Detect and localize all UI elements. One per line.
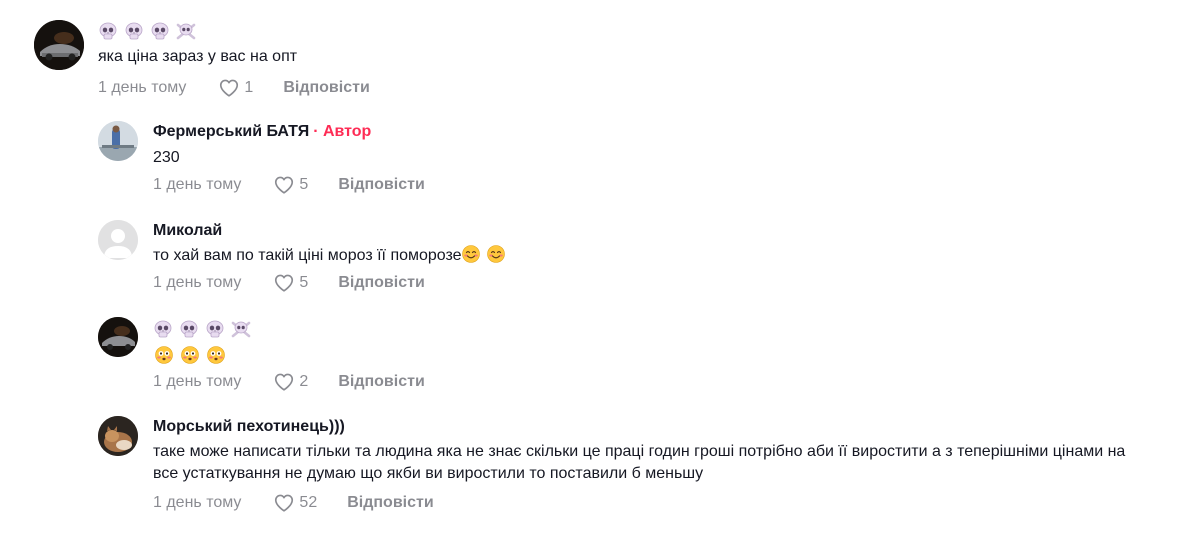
comment-actions: 1 день тому 5 Відповісти <box>153 271 505 295</box>
comment-actions: 1 день тому 5 Відповісти <box>153 173 425 197</box>
reply-item: Миколай то хай вам по такій ціні мороз ї… <box>98 220 505 295</box>
comment-body: Морський пехотинець))) таке може написат… <box>153 416 1153 515</box>
skull-emoji-icon <box>98 22 118 40</box>
skull-emoji-icon <box>179 320 199 338</box>
cat-photo-avatar-image <box>98 416 138 456</box>
comment-body: Миколай то хай вам по такій ціні мороз ї… <box>153 220 505 295</box>
comment-text-content: то хай вам по такій ціні мороз її поморо… <box>153 247 462 264</box>
like-count: 1 <box>244 79 254 96</box>
author-name[interactable]: Миколай <box>153 220 222 242</box>
like-count: 2 <box>299 373 309 390</box>
like-count: 52 <box>299 494 318 511</box>
author-name[interactable]: Морський пехотинець))) <box>153 416 345 438</box>
avatar[interactable] <box>98 121 138 161</box>
farmer-avatar-image <box>98 121 138 161</box>
skull-emoji-icon <box>124 22 144 40</box>
avatar[interactable] <box>98 317 138 357</box>
comment-body: Фермерський БАТЯ · Автор 230 1 день тому… <box>153 121 425 197</box>
comment-body: яка ціна зараз у вас на опт 1 день тому … <box>98 20 370 100</box>
like-button[interactable]: 2 <box>273 371 308 393</box>
comment-text: то хай вам по такій ціні мороз її поморо… <box>153 245 505 267</box>
like-button[interactable]: 5 <box>273 174 308 196</box>
smiling-face-emoji-icon <box>487 245 505 263</box>
author-name[interactable]: Фермерський БАТЯ <box>153 121 309 143</box>
heart-icon <box>273 371 295 393</box>
comment-date: 1 день тому <box>153 176 242 193</box>
heart-icon <box>273 174 295 196</box>
comment-item: яка ціна зараз у вас на опт 1 день тому … <box>34 20 370 100</box>
car-photo-avatar-image <box>98 317 138 357</box>
comment-text: 230 <box>153 149 180 166</box>
author-line: Фермерський БАТЯ · Автор <box>153 121 425 143</box>
smiling-face-emoji-icon <box>462 245 480 263</box>
heart-icon <box>273 272 295 294</box>
comment-date: 1 день тому <box>153 373 242 390</box>
reply-button[interactable]: Відповісти <box>338 373 424 391</box>
comment-date: 1 день тому <box>153 494 242 511</box>
skull-emoji-icon <box>205 320 225 338</box>
reply-button[interactable]: Відповісти <box>338 176 424 194</box>
comment-actions: 1 день тому 52 Відповісти <box>153 491 1153 515</box>
author-name[interactable] <box>153 318 425 340</box>
reply-button[interactable]: Відповісти <box>347 494 433 512</box>
comment-actions: 1 день тому 1 Відповісти <box>98 76 370 100</box>
avatar[interactable] <box>34 20 84 70</box>
like-button[interactable]: 52 <box>273 492 317 514</box>
comment-text: яка ціна зараз у вас на опт <box>98 48 298 65</box>
skull-crossbones-emoji-icon <box>176 22 196 40</box>
skull-emoji-icon <box>150 22 170 40</box>
comment-text: таке може написати тільки та людина яка … <box>153 443 1126 482</box>
reply-button[interactable]: Відповісти <box>338 274 424 292</box>
author-line: Миколай <box>153 220 505 242</box>
reply-button[interactable]: Відповісти <box>283 79 369 97</box>
heart-icon <box>273 492 295 514</box>
flushed-face-emoji-icon <box>181 346 199 364</box>
author-line: Морський пехотинець))) <box>153 416 1153 438</box>
reply-item: Морський пехотинець))) таке може написат… <box>98 416 1153 515</box>
author-name[interactable] <box>98 20 370 42</box>
flushed-face-emoji-icon <box>155 346 173 364</box>
reply-item: 1 день тому 2 Відповісти <box>98 317 425 394</box>
avatar[interactable] <box>98 220 138 260</box>
like-button[interactable]: 1 <box>218 77 253 99</box>
comment-text <box>153 344 425 366</box>
like-count: 5 <box>299 176 309 193</box>
comment-date: 1 день тому <box>153 274 242 291</box>
avatar[interactable] <box>98 416 138 456</box>
skull-emoji-icon <box>153 320 173 338</box>
comment-body: 1 день тому 2 Відповісти <box>153 317 425 394</box>
skull-crossbones-emoji-icon <box>231 320 251 338</box>
comment-actions: 1 день тому 2 Відповісти <box>153 370 425 394</box>
reply-item: Фермерський БАТЯ · Автор 230 1 день тому… <box>98 121 425 197</box>
like-button[interactable]: 5 <box>273 272 308 294</box>
car-photo-avatar-image <box>34 20 84 70</box>
comment-date: 1 день тому <box>98 79 187 96</box>
heart-icon <box>218 77 240 99</box>
author-badge: · Автор <box>313 123 372 140</box>
like-count: 5 <box>299 274 309 291</box>
flushed-face-emoji-icon <box>207 346 225 364</box>
default-avatar-icon <box>98 220 138 260</box>
